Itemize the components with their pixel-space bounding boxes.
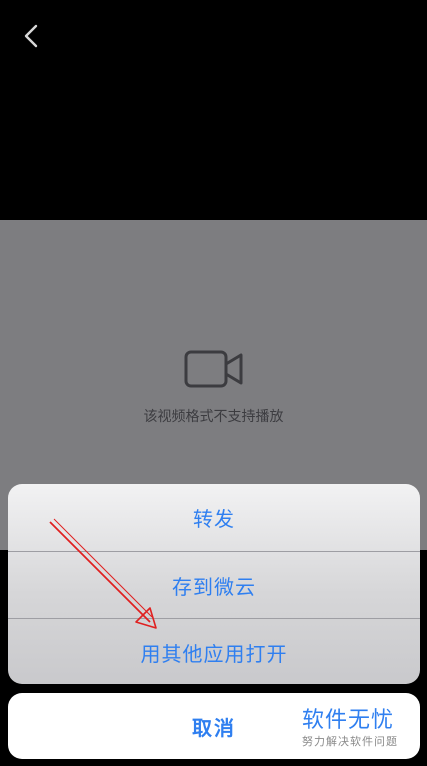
video-camera-icon bbox=[184, 350, 243, 388]
forward-button[interactable]: 转发 bbox=[8, 484, 420, 550]
save-to-weiyun-button[interactable]: 存到微云 bbox=[8, 551, 420, 618]
chevron-left-icon[interactable] bbox=[16, 20, 48, 52]
watermark-subtitle: 努力解决软件问题 bbox=[302, 735, 398, 748]
watermark-title: 软件无忧 bbox=[302, 708, 395, 733]
cancel-label: 取消 bbox=[192, 715, 236, 740]
open-with-other-app-button[interactable]: 用其他应用打开 bbox=[8, 618, 420, 684]
action-sheet: 转发 存到微云 用其他应用打开 bbox=[8, 484, 420, 684]
screen: 该视频格式不支持播放 转发 存到微云 用其他应用打开 取消 软件无忧 努力解决软… bbox=[0, 0, 427, 766]
top-bar bbox=[0, 0, 427, 220]
watermark: 软件无忧 努力解决软件问题 bbox=[302, 708, 414, 750]
unsupported-format-message: 该视频格式不支持播放 bbox=[143, 409, 284, 425]
